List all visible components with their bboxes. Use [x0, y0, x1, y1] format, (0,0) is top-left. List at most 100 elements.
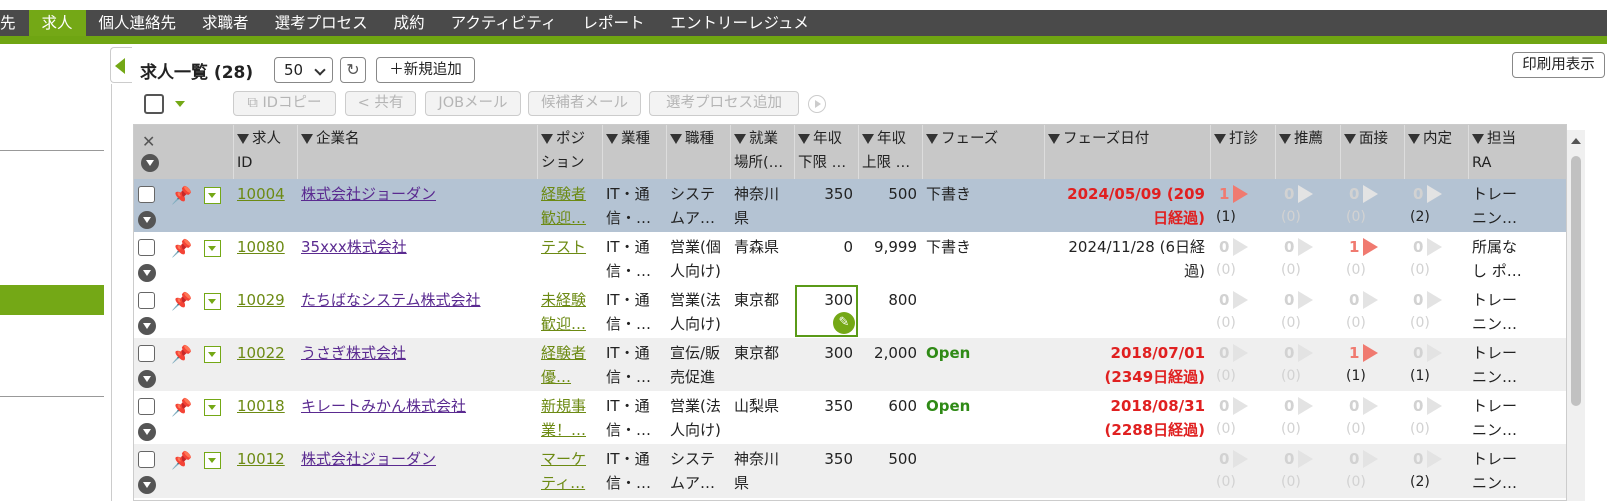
phase-cell[interactable]: [923, 444, 1045, 498]
play-arrow-icon[interactable]: [1298, 344, 1313, 362]
phase-cell[interactable]: [923, 285, 1045, 339]
phase-cell[interactable]: Open: [923, 391, 1045, 445]
company-link[interactable]: たちばなシステム株式会社: [301, 291, 481, 309]
row-dropdown-icon[interactable]: [204, 452, 221, 469]
row-dropdown-icon[interactable]: [204, 293, 221, 310]
salary-max-cell[interactable]: 500: [859, 444, 923, 498]
job-mail-button[interactable]: JOBメール: [425, 91, 521, 116]
count-cell-i[interactable]: 1 (0): [1341, 232, 1401, 286]
scrollbar-thumb[interactable]: [1571, 156, 1581, 406]
row-menu-icon[interactable]: [138, 370, 156, 388]
play-arrow-icon[interactable]: [1363, 185, 1378, 203]
table-row[interactable]: 📌 10012 株式会社ジョーダン マーケ ティ… IT・通 信・… システ ムア… 神奈川県 35…: [134, 444, 1566, 498]
header-offer[interactable]: 内定: [1405, 125, 1469, 179]
count-cell-r[interactable]: 0 (0): [1276, 285, 1336, 339]
company-link[interactable]: 株式会社ジョーダン: [301, 450, 436, 468]
nav-item[interactable]: レポート: [569, 10, 657, 36]
play-arrow-icon[interactable]: [1363, 344, 1378, 362]
unpin-icon[interactable]: ✕: [142, 129, 155, 154]
pin-icon[interactable]: 📌: [171, 239, 192, 259]
nav-item[interactable]: アクティビティ: [438, 10, 570, 36]
play-arrow-icon[interactable]: [1427, 344, 1442, 362]
add-new-button[interactable]: ＋新規追加: [376, 57, 475, 83]
count-cell-i[interactable]: 0 (0): [1341, 179, 1401, 233]
count-cell-o[interactable]: 0 (2): [1405, 444, 1465, 498]
phase-cell[interactable]: 下書き: [923, 232, 1045, 286]
select-all-checkbox[interactable]: [144, 94, 164, 114]
play-arrow-icon[interactable]: [1298, 397, 1313, 415]
salary-min-cell[interactable]: 350: [795, 179, 859, 233]
play-arrow-icon[interactable]: [1298, 238, 1313, 256]
count-cell-r[interactable]: 0 (0): [1276, 338, 1336, 392]
play-arrow-icon[interactable]: [1363, 291, 1378, 309]
nav-item[interactable]: エントリーレジュメ: [657, 10, 821, 36]
count-cell-c[interactable]: 0 (0): [1211, 338, 1271, 392]
play-arrow-icon[interactable]: [1427, 238, 1442, 256]
header-company[interactable]: 企業名: [298, 125, 538, 179]
row-menu-icon[interactable]: [138, 264, 156, 282]
job-id-link[interactable]: 10029: [237, 291, 285, 309]
header-ra[interactable]: 担当 RA: [1469, 125, 1566, 179]
count-cell-i[interactable]: 0 (0): [1341, 285, 1401, 339]
page-size-select[interactable]: 50: [274, 57, 333, 83]
play-arrow-icon[interactable]: [1427, 291, 1442, 309]
salary-min-cell[interactable]: 350: [795, 391, 859, 445]
play-arrow-icon[interactable]: [1363, 397, 1378, 415]
scroll-up-icon[interactable]: [1571, 138, 1581, 144]
print-view-button[interactable]: 印刷用表示: [1512, 52, 1605, 78]
table-scrollbar[interactable]: [1567, 130, 1585, 501]
header-interview[interactable]: 面接: [1341, 125, 1405, 179]
salary-min-cell[interactable]: 0: [795, 232, 859, 286]
count-cell-c[interactable]: 0 (0): [1211, 232, 1271, 286]
job-id-link[interactable]: 10022: [237, 344, 285, 362]
count-cell-o[interactable]: 0 (0): [1405, 391, 1465, 445]
row-checkbox[interactable]: [138, 292, 155, 309]
nav-item[interactable]: 先: [0, 10, 29, 36]
header-recommend[interactable]: 推薦: [1276, 125, 1341, 179]
play-arrow-icon[interactable]: [1233, 238, 1248, 256]
header-contact[interactable]: 打診: [1211, 125, 1276, 179]
salary-max-cell[interactable]: 800: [859, 285, 923, 339]
row-checkbox[interactable]: [138, 239, 155, 256]
play-arrow-icon[interactable]: [1233, 344, 1248, 362]
salary-max-cell[interactable]: 500: [859, 179, 923, 233]
count-cell-c[interactable]: 0 (0): [1211, 391, 1271, 445]
row-checkbox[interactable]: [138, 345, 155, 362]
company-link[interactable]: うさぎ株式会社: [301, 344, 406, 362]
row-checkbox[interactable]: [138, 186, 155, 203]
pin-icon[interactable]: 📌: [171, 398, 192, 418]
position-link[interactable]: 新規事 業！…: [541, 397, 586, 439]
play-arrow-icon[interactable]: [1427, 397, 1442, 415]
play-arrow-icon[interactable]: [1298, 291, 1313, 309]
sidebar-collapse-icon[interactable]: [110, 47, 132, 83]
table-row[interactable]: 📌 10022 うさぎ株式会社 経験者 優… IT・通 信・… 宣伝/販 売促進 東京都 300 2,…: [134, 338, 1566, 392]
row-checkbox[interactable]: [138, 451, 155, 468]
count-cell-o[interactable]: 0 (1): [1405, 338, 1465, 392]
pin-icon[interactable]: 📌: [171, 186, 192, 206]
nav-item[interactable]: 選考プロセス: [262, 10, 381, 36]
count-cell-r[interactable]: 0 (0): [1276, 391, 1336, 445]
pin-icon[interactable]: 📌: [171, 451, 192, 471]
count-cell-r[interactable]: 0 (0): [1276, 232, 1336, 286]
row-menu-icon[interactable]: [138, 423, 156, 441]
row-dropdown-icon[interactable]: [204, 399, 221, 416]
salary-min-cell[interactable]: 300: [795, 338, 859, 392]
count-cell-o[interactable]: 0 (0): [1405, 232, 1465, 286]
row-dropdown-icon[interactable]: [204, 187, 221, 204]
count-cell-r[interactable]: 0 (0): [1276, 444, 1336, 498]
table-row[interactable]: 📌 10018 キレートみかん株式会社 新規事 業！… IT・通 信・… 営業(法 人向け) 山梨…: [134, 391, 1566, 445]
row-menu-icon[interactable]: [138, 476, 156, 494]
table-row[interactable]: 📌 10029 たちばなシステム株式会社 未経験 歓迎… IT・通 信・… 営業(法 人向け) 東…: [134, 285, 1566, 339]
row-checkbox[interactable]: [138, 398, 155, 415]
phase-cell[interactable]: 下書き: [923, 179, 1045, 233]
nav-item[interactable]: 求人: [28, 10, 86, 36]
pin-icon[interactable]: 📌: [171, 292, 192, 312]
pin-icon[interactable]: 📌: [171, 345, 192, 365]
play-arrow-icon[interactable]: [1233, 291, 1248, 309]
header-id[interactable]: 求人 ID: [234, 125, 298, 179]
count-cell-o[interactable]: 0 (0): [1405, 285, 1465, 339]
table-row[interactable]: 📌 10080 35xxx株式会社 テスト IT・通 信・… 営業(個 人向け) 青森県 0 9,9…: [134, 232, 1566, 286]
header-location[interactable]: 就業 場所(…: [731, 125, 795, 179]
count-cell-i[interactable]: 1 (1): [1341, 338, 1401, 392]
nav-item[interactable]: 求職者: [189, 10, 262, 36]
